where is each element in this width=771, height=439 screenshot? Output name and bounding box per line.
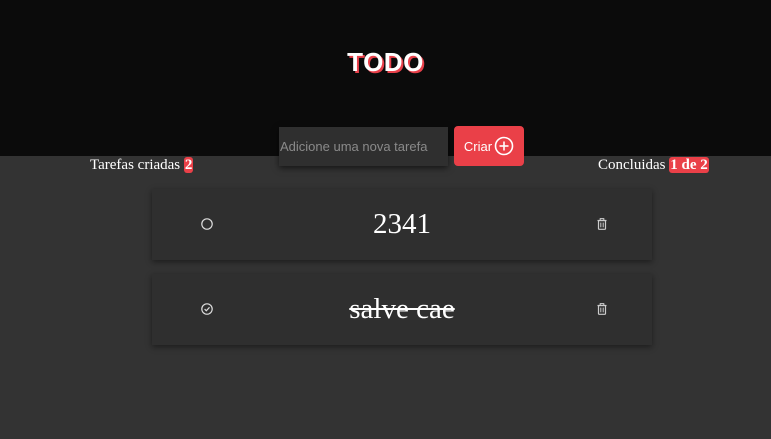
plus-circle-icon [494,136,514,156]
trash-icon[interactable] [595,302,609,316]
task-text: salve cae [349,293,455,325]
completed-tasks-badge: 1 de 2 [669,157,709,173]
create-button[interactable]: Criar [454,126,524,166]
trash-icon[interactable] [595,217,609,231]
app-title: TODO [347,47,424,77]
create-button-label: Criar [463,138,493,154]
task-item: 2341 [152,189,652,260]
completed-tasks-counter: Concluidas 1 de 2 [598,157,709,174]
task-item: salve cae [152,274,652,345]
completed-tasks-label: Concluidas [598,157,666,173]
created-tasks-counter: Tarefas criadas 2 [90,157,194,174]
created-tasks-label: Tarefas criadas [90,157,181,173]
new-task-input[interactable] [279,127,448,166]
task-text: 2341 [373,208,431,240]
created-tasks-badge: 2 [183,157,194,173]
